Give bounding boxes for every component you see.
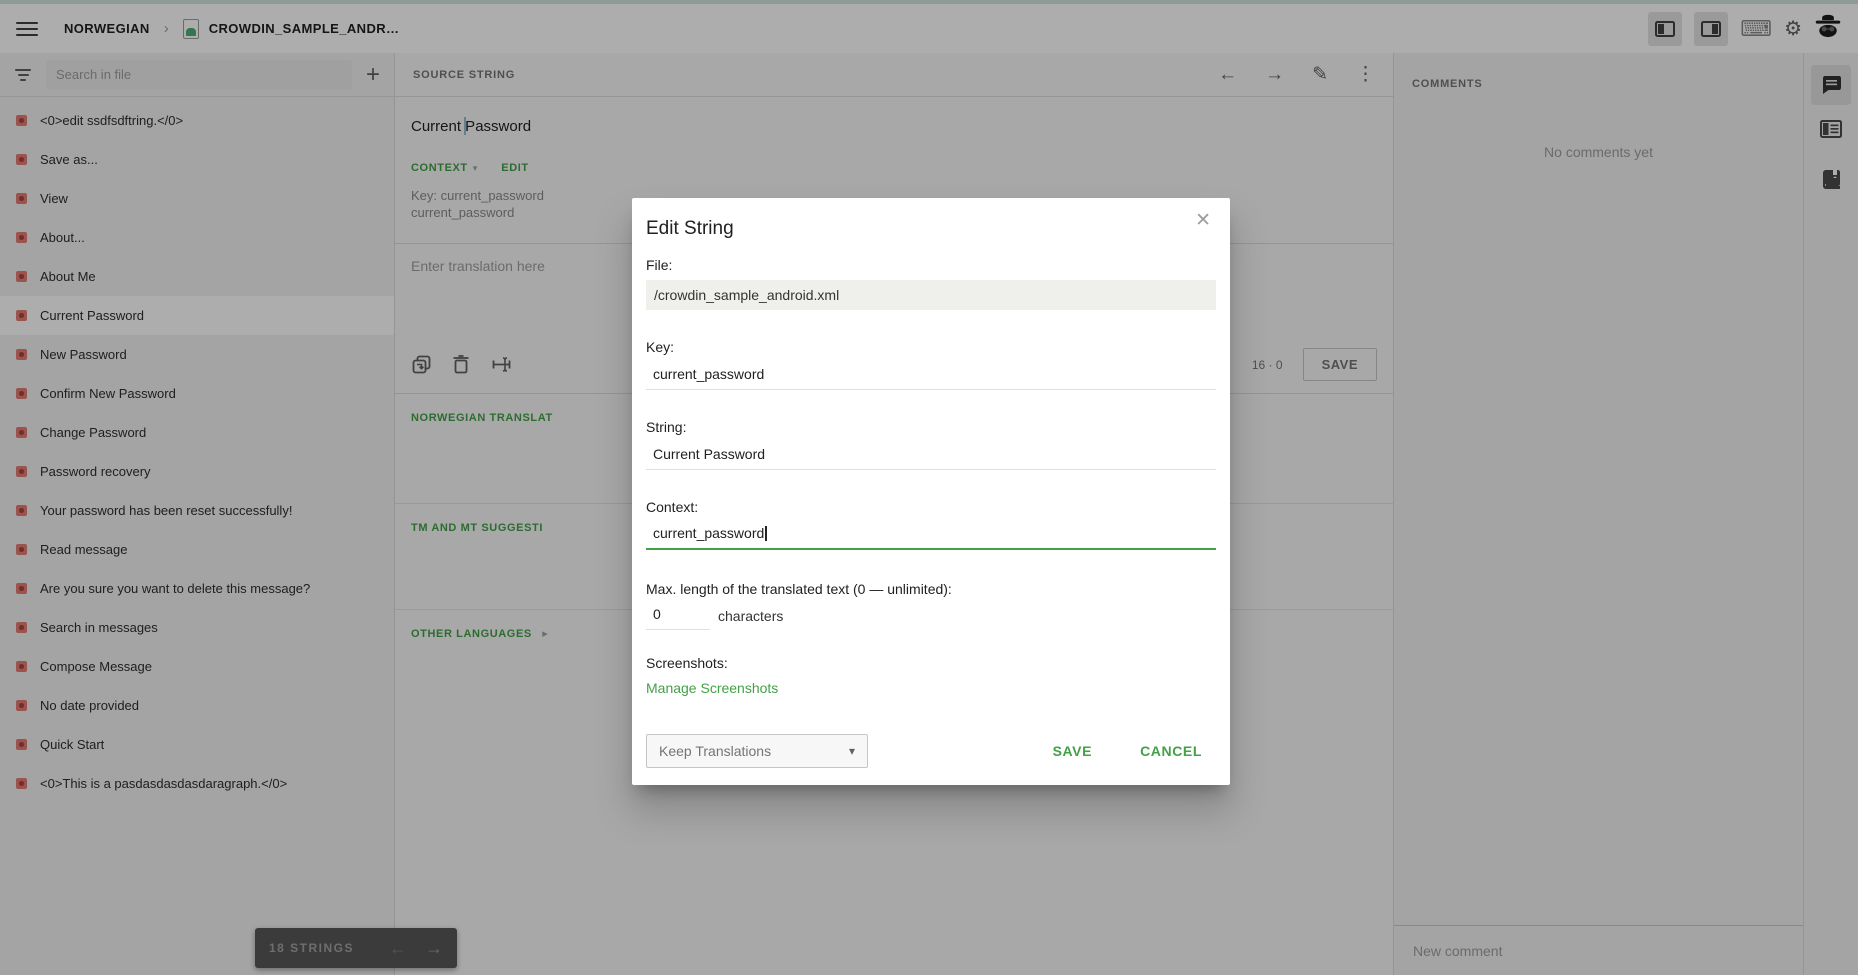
modal-cancel-button[interactable]: CANCEL — [1140, 743, 1202, 759]
screenshots-label: Screenshots: — [646, 655, 1216, 671]
file-label: File: — [646, 257, 1216, 273]
context-field[interactable]: current_password — [646, 522, 1216, 550]
manage-screenshots-link[interactable]: Manage Screenshots — [646, 680, 1216, 696]
modal-save-button[interactable]: SAVE — [1053, 743, 1093, 759]
chevron-down-icon: ▾ — [849, 744, 855, 758]
keep-translations-select[interactable]: Keep Translations ▾ — [646, 734, 868, 768]
close-icon[interactable]: ✕ — [1195, 211, 1211, 230]
text-cursor — [765, 526, 767, 541]
modal-title: Edit String — [646, 218, 1216, 240]
key-label: Key: — [646, 339, 1216, 355]
max-length-label: Max. length of the translated text (0 — … — [646, 581, 1216, 597]
edit-string-modal: Edit String ✕ File: /crowdin_sample_andr… — [632, 198, 1230, 785]
string-label: String: — [646, 419, 1216, 435]
string-field[interactable]: Current Password — [646, 442, 1216, 470]
context-label: Context: — [646, 499, 1216, 515]
file-field: /crowdin_sample_android.xml — [646, 280, 1216, 310]
key-field[interactable]: current_password — [646, 362, 1216, 390]
max-length-unit: characters — [718, 608, 783, 630]
max-length-input[interactable] — [646, 604, 710, 630]
